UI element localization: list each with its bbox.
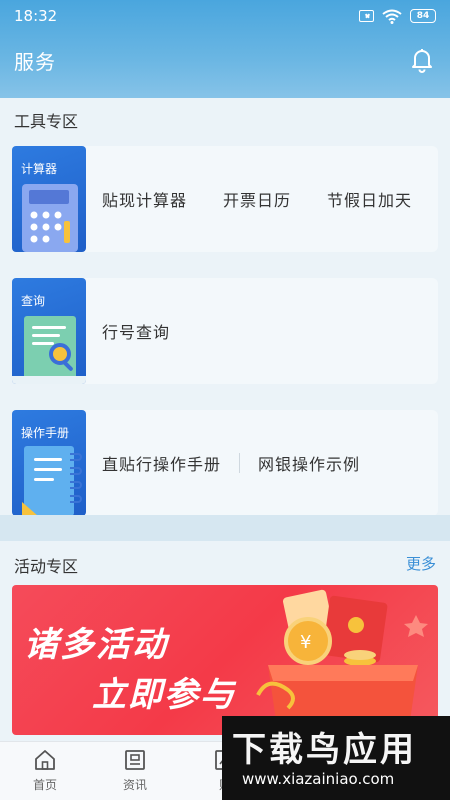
bank-code-query-link[interactable]: 行号查询 (102, 319, 188, 343)
battery-icon: 84 (410, 9, 436, 23)
online-banking-example-link[interactable]: 网银操作示例 (258, 451, 378, 475)
discount-bank-manual-link[interactable]: 直贴行操作手册 (102, 451, 239, 475)
manual-links: 直贴行操作手册 网银操作示例 (102, 410, 430, 516)
nav-home[interactable]: 首页 (0, 742, 90, 800)
section-separator (0, 515, 450, 541)
home-icon (35, 750, 55, 770)
holiday-add-days-link[interactable]: 节假日加天 (327, 187, 430, 211)
calculator-icon[interactable]: 计算器 (12, 146, 86, 252)
watermark: 下载鸟应用 www.xiazainiao.com (222, 716, 450, 800)
tools-section-title: 工具专区 (14, 112, 79, 131)
calculator-card: 计算器 贴现计算器 开票日历 节假日加天 (12, 146, 438, 252)
news-icon (125, 750, 145, 770)
wifi-icon (382, 9, 402, 24)
query-card: 查询 行号查询 (12, 278, 438, 384)
nav-news-label: 资讯 (122, 778, 147, 792)
banner-line-2: 立即参与 (92, 675, 236, 715)
manual-icon[interactable]: 操作手册 (12, 410, 86, 516)
manual-card: 操作手册 直贴行操作手册 网银操作示例 (12, 410, 438, 516)
bell-icon[interactable] (408, 46, 436, 74)
svg-text:¥: ¥ (300, 632, 311, 653)
activity-section-title: 活动专区 (14, 557, 79, 576)
banner-line-1: 诸多活动 (24, 625, 168, 665)
page-title: 服务 (14, 49, 56, 74)
status-icons: 84 (359, 9, 436, 24)
nav-news[interactable]: 资讯 (90, 742, 180, 800)
more-link[interactable]: 更多 (406, 553, 436, 574)
discount-calculator-link[interactable]: 贴现计算器 (102, 187, 205, 211)
invoice-calendar-link[interactable]: 开票日历 (223, 187, 309, 211)
calculator-links: 贴现计算器 开票日历 节假日加天 (102, 146, 430, 252)
nav-home-label: 首页 (32, 778, 57, 792)
tools-section: 工具专区 计算器 贴现计算器 开票日历 节假日加天 查询 行号查询 操作手册 直… (0, 98, 450, 516)
activity-section: 活动专区 更多 诸多活动 立即参与 ¥ (0, 541, 450, 741)
notebook-graphic (22, 446, 82, 516)
activity-banner[interactable]: 诸多活动 立即参与 ¥ (12, 585, 438, 735)
watermark-url: www.xiazainiao.com (242, 770, 395, 788)
gift-box-illustration: ¥ (256, 589, 428, 735)
status-time: 18:32 (14, 7, 58, 25)
query-icon[interactable]: 查询 (12, 278, 86, 384)
calculator-graphic (22, 184, 78, 252)
query-links: 行号查询 (102, 278, 430, 384)
app-bar: 服务 (0, 32, 450, 88)
status-bar: 18:32 84 (0, 0, 450, 32)
header: 18:32 84 服务 (0, 0, 450, 98)
magnifier-document-graphic (12, 316, 86, 384)
divider (239, 453, 241, 473)
no-sim-icon (359, 10, 374, 22)
watermark-title: 下载鸟应用 (232, 730, 417, 770)
